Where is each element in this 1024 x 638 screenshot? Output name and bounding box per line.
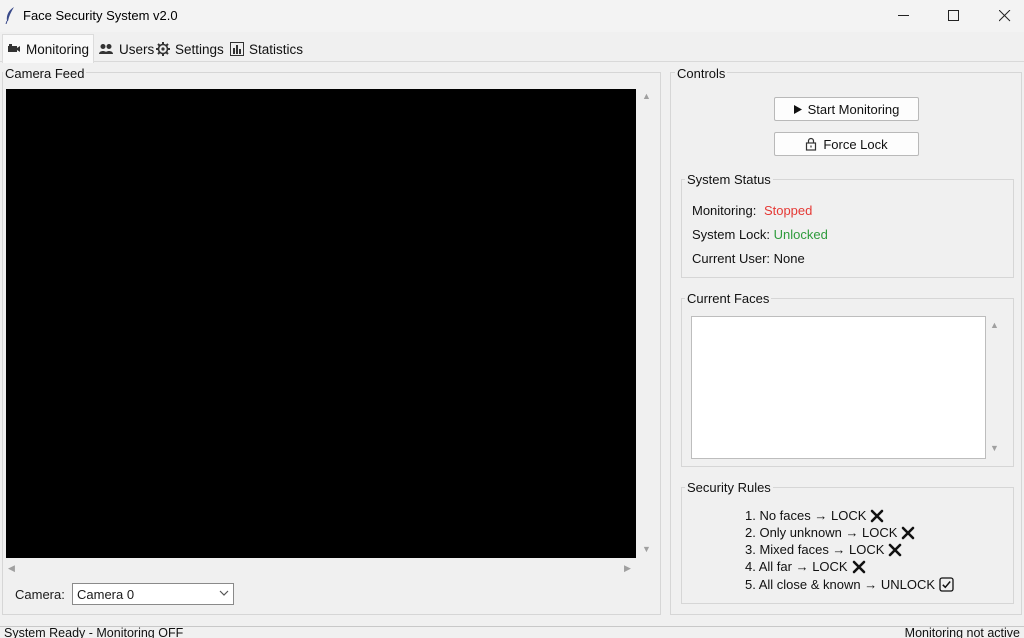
rule-text: 1. No faces → LOCK <box>745 508 867 523</box>
lock-icon <box>806 137 817 151</box>
force-lock-button[interactable]: Force Lock <box>774 132 919 156</box>
monitoring-status: Monitoring: Stopped <box>692 203 812 218</box>
rule-item: 5. All close & known → UNLOCK <box>745 577 954 592</box>
camera-select-label: Camera: <box>15 587 65 602</box>
users-icon <box>99 44 113 54</box>
tab-users-label: Users <box>119 41 155 57</box>
close-icon <box>999 10 1011 22</box>
scroll-right-arrow-icon[interactable]: ▶ <box>624 564 631 573</box>
chevron-down-icon <box>219 590 229 596</box>
lock-status-label: System Lock: <box>692 227 771 242</box>
camera-select-value: Camera 0 <box>77 587 135 602</box>
tab-bar: Monitoring Users Settings Statistics <box>0 32 1024 63</box>
tab-settings[interactable]: Settings <box>152 36 228 62</box>
current-faces-label: Current Faces <box>685 291 772 306</box>
rule-item: 4. All far → LOCK <box>745 559 866 574</box>
force-lock-label: Force Lock <box>823 136 888 152</box>
gear-icon <box>156 42 170 56</box>
maximize-icon <box>948 10 959 21</box>
start-monitoring-label: Start Monitoring <box>807 101 900 117</box>
faces-scroll-down-icon[interactable]: ▼ <box>990 444 999 453</box>
status-bar: System Ready - Monitoring OFF Monitoring… <box>0 626 1024 638</box>
camera-video <box>6 89 636 558</box>
window-title: Face Security System v2.0 <box>23 8 178 23</box>
status-left: System Ready - Monitoring OFF <box>4 626 184 638</box>
cross-icon <box>871 509 884 522</box>
rule-item: 3. Mixed faces → LOCK <box>745 542 902 557</box>
tab-monitoring[interactable]: Monitoring <box>2 34 95 63</box>
status-right: Monitoring not active <box>904 626 1020 638</box>
scroll-left-arrow-icon[interactable]: ◀ <box>8 564 15 573</box>
rule-text: 4. All far → LOCK <box>745 559 848 574</box>
minimize-button[interactable] <box>881 0 927 32</box>
current-user-value: None <box>773 251 805 266</box>
current-user-label: Current User: <box>692 251 771 266</box>
current-user-status: Current User: None <box>692 251 805 266</box>
faces-scroll-up-icon[interactable]: ▲ <box>990 321 999 330</box>
cross-icon <box>852 560 865 573</box>
faces-vertical-scrollbar[interactable]: ▲ ▼ <box>987 316 1003 459</box>
start-monitoring-button[interactable]: Start Monitoring <box>774 97 919 121</box>
monitoring-status-value: Stopped <box>763 203 813 218</box>
lock-status: System Lock: Unlocked <box>692 227 828 242</box>
scroll-down-arrow-icon[interactable]: ▼ <box>642 545 651 554</box>
title-bar: Face Security System v2.0 <box>0 0 1024 32</box>
bar-chart-icon <box>230 42 244 56</box>
maximize-button[interactable] <box>931 0 977 32</box>
close-button[interactable] <box>982 0 1024 32</box>
camera-feed-label: Camera Feed <box>3 66 87 81</box>
camera-horizontal-scrollbar[interactable]: ◀ ▶ <box>6 562 636 576</box>
camera-vertical-scrollbar[interactable]: ▲ ▼ <box>639 89 655 558</box>
tab-statistics[interactable]: Statistics <box>226 36 307 62</box>
check-box-icon <box>939 577 954 592</box>
tab-users[interactable]: Users <box>94 36 158 62</box>
minimize-icon <box>898 15 909 16</box>
scroll-up-arrow-icon[interactable]: ▲ <box>642 92 651 101</box>
rule-item: 2. Only unknown → LOCK <box>745 525 915 540</box>
rule-text: 2. Only unknown → LOCK <box>745 525 898 540</box>
cross-icon <box>889 543 902 556</box>
monitoring-status-label: Monitoring: <box>692 203 757 218</box>
controls-label: Controls <box>675 66 728 81</box>
rule-text: 3. Mixed faces → LOCK <box>745 542 885 557</box>
security-rules-label: Security Rules <box>685 480 773 495</box>
current-faces-list[interactable] <box>691 316 986 459</box>
rule-text: 5. All close & known → UNLOCK <box>745 577 936 592</box>
play-icon <box>793 104 802 114</box>
tab-statistics-label: Statistics <box>249 41 304 57</box>
tab-monitoring-label: Monitoring <box>26 41 90 57</box>
camera-select[interactable]: Camera 0 <box>72 583 234 605</box>
cross-icon <box>902 526 915 539</box>
rule-item: 1. No faces → LOCK <box>745 508 884 523</box>
system-status-label: System Status <box>685 172 773 187</box>
camera-icon <box>8 44 20 52</box>
tab-settings-label: Settings <box>175 41 224 57</box>
feather-icon <box>5 7 14 24</box>
lock-status-value: Unlocked <box>773 227 828 242</box>
